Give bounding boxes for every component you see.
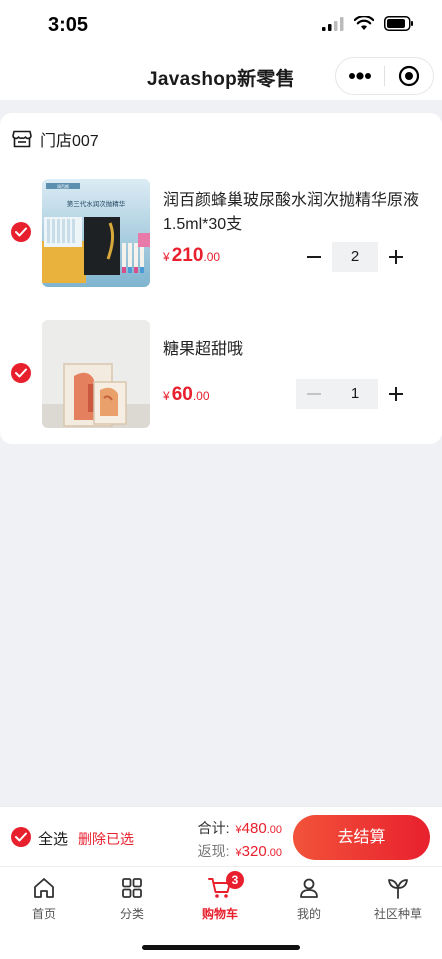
total-row: 合计: ¥480.00 bbox=[198, 818, 282, 838]
check-icon bbox=[15, 832, 27, 842]
quantity-stepper: 2 bbox=[296, 242, 420, 272]
store-header[interactable]: 门店007 bbox=[12, 127, 99, 151]
cart-count-badge: 3 bbox=[226, 871, 244, 889]
total-label: 合计: bbox=[197, 820, 230, 836]
home-indicator bbox=[142, 945, 300, 950]
svg-text:润百颜: 润百颜 bbox=[57, 183, 69, 189]
tab-home[interactable]: 首页 bbox=[0, 875, 88, 922]
quantity-field[interactable]: 2 bbox=[332, 242, 378, 272]
wifi-icon bbox=[354, 16, 374, 30]
price-decimal: .00 bbox=[192, 389, 210, 403]
decrease-quantity-button[interactable] bbox=[296, 242, 332, 272]
quantity-field[interactable]: 1 bbox=[332, 379, 378, 409]
total-amount: ¥480.00 bbox=[235, 820, 282, 837]
product-image[interactable] bbox=[42, 320, 150, 428]
checkout-button[interactable]: 去结算 bbox=[293, 815, 430, 860]
signal-icon bbox=[322, 16, 344, 31]
product-title[interactable]: 润百颜蜂巢玻尿酸水润次抛精华原液1.5ml*30支 bbox=[163, 189, 433, 237]
art-print-product-image bbox=[42, 320, 150, 428]
svg-text:第三代水润次抛精华: 第三代水润次抛精华 bbox=[67, 199, 126, 208]
delete-selected-button[interactable]: 删除已选 bbox=[78, 829, 134, 849]
shop-cart-card: 门店007 润百颜 第三代水润次抛精华 润百颜蜂巢玻尿酸水润次抛精华原液1.5m… bbox=[0, 113, 442, 444]
tab-label: 购物车 bbox=[201, 907, 238, 921]
minus-icon bbox=[307, 393, 321, 395]
select-all-checkbox[interactable] bbox=[11, 827, 31, 847]
price-currency: ¥ bbox=[163, 250, 170, 264]
tab-label: 社区种草 bbox=[373, 907, 422, 921]
check-icon bbox=[15, 368, 27, 378]
status-bar: 3:05 bbox=[0, 0, 442, 52]
user-icon bbox=[300, 878, 318, 898]
target-close-icon bbox=[398, 65, 420, 87]
tab-community[interactable]: 社区种草 bbox=[354, 875, 442, 922]
close-miniprogram-button[interactable] bbox=[385, 58, 433, 94]
cashback-row: 返现: ¥320.00 bbox=[198, 841, 282, 861]
price-currency: ¥ bbox=[163, 389, 170, 403]
category-grid-icon bbox=[122, 878, 142, 898]
cashback-amount: ¥320.00 bbox=[235, 843, 282, 860]
select-all-label[interactable]: 全选 bbox=[38, 828, 68, 849]
tab-label: 分类 bbox=[119, 907, 144, 921]
store-name: 门店007 bbox=[40, 133, 99, 150]
quantity-stepper: 1 bbox=[296, 379, 420, 409]
nav-bar: Javashop新零售 bbox=[0, 52, 442, 100]
checkout-bar: 全选 删除已选 合计: ¥480.00 返现: ¥320.00 去结算 bbox=[0, 806, 442, 866]
tab-cart[interactable]: 3 购物车 bbox=[176, 871, 264, 922]
battery-icon bbox=[384, 16, 413, 31]
cashback-label: 返现: bbox=[197, 843, 230, 859]
more-dots-icon bbox=[349, 72, 371, 80]
home-icon bbox=[34, 878, 54, 898]
cart-item: 润百颜 第三代水润次抛精华 润百颜蜂巢玻尿酸水润次抛精华原液1.5ml*30支 … bbox=[0, 179, 442, 289]
increase-quantity-button[interactable] bbox=[378, 242, 414, 272]
plus-icon bbox=[389, 387, 403, 401]
item-select-checkbox[interactable] bbox=[11, 222, 31, 242]
price-integer: 60 bbox=[171, 384, 193, 405]
product-price: ¥60.00 bbox=[163, 384, 210, 406]
tab-category[interactable]: 分类 bbox=[88, 875, 176, 922]
sprout-icon bbox=[388, 879, 408, 899]
decrease-quantity-button[interactable] bbox=[296, 379, 332, 409]
price-decimal: .00 bbox=[203, 250, 221, 264]
store-icon bbox=[12, 130, 32, 148]
more-button[interactable] bbox=[336, 58, 384, 94]
minus-icon bbox=[307, 256, 321, 258]
status-icons bbox=[322, 16, 414, 31]
increase-quantity-button[interactable] bbox=[378, 379, 414, 409]
serum-product-image: 润百颜 第三代水润次抛精华 bbox=[42, 179, 150, 287]
check-icon bbox=[15, 227, 27, 237]
cart-item: 糖果超甜哦 ¥60.00 1 bbox=[0, 320, 442, 430]
tab-profile[interactable]: 我的 bbox=[265, 875, 353, 922]
product-price: ¥210.00 bbox=[163, 245, 220, 267]
tab-label: 我的 bbox=[296, 907, 321, 921]
tab-label: 首页 bbox=[31, 907, 56, 921]
product-image[interactable]: 润百颜 第三代水润次抛精华 bbox=[42, 179, 150, 287]
status-time: 3:05 bbox=[48, 14, 89, 36]
mini-program-capsule bbox=[335, 57, 434, 95]
item-select-checkbox[interactable] bbox=[11, 363, 31, 383]
plus-icon bbox=[389, 250, 403, 264]
price-integer: 210 bbox=[171, 245, 204, 266]
product-title[interactable]: 糖果超甜哦 bbox=[163, 338, 433, 362]
